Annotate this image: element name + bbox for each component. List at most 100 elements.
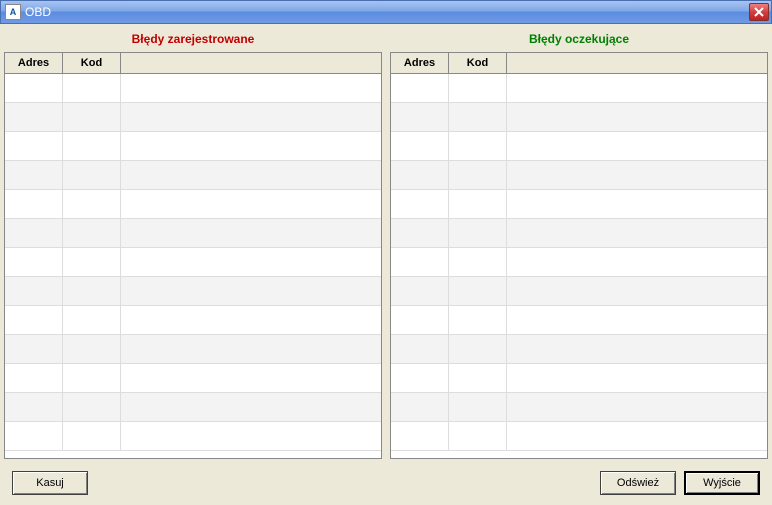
cell-desc <box>121 364 381 392</box>
col-header-kod[interactable]: Kod <box>63 53 121 73</box>
cell-adres <box>391 161 449 189</box>
cell-desc <box>121 132 381 160</box>
table-row[interactable] <box>391 132 767 161</box>
cell-adres <box>5 190 63 218</box>
cell-kod <box>449 393 507 421</box>
table-row[interactable] <box>5 277 381 306</box>
cell-adres <box>391 132 449 160</box>
cell-adres <box>391 335 449 363</box>
col-header-kod[interactable]: Kod <box>449 53 507 73</box>
delete-button[interactable]: Kasuj <box>12 471 88 495</box>
cell-adres <box>5 364 63 392</box>
cell-desc <box>507 74 767 102</box>
table-row[interactable] <box>391 306 767 335</box>
cell-kod <box>449 219 507 247</box>
cell-desc <box>507 161 767 189</box>
pending-errors-title: Błędy oczekujące <box>390 26 768 52</box>
cell-adres <box>391 393 449 421</box>
cell-kod <box>449 277 507 305</box>
cell-adres <box>391 306 449 334</box>
cell-kod <box>449 248 507 276</box>
cell-adres <box>391 422 449 450</box>
cell-kod <box>449 335 507 363</box>
refresh-button[interactable]: Odśwież <box>600 471 676 495</box>
close-button[interactable] <box>749 3 769 21</box>
table-row[interactable] <box>5 103 381 132</box>
registered-errors-panel: Błędy zarejestrowane Adres Kod <box>4 26 382 459</box>
cell-adres <box>5 219 63 247</box>
table-row[interactable] <box>5 364 381 393</box>
table-row[interactable] <box>5 393 381 422</box>
table-row[interactable] <box>391 74 767 103</box>
panels-row: Błędy zarejestrowane Adres Kod Błędy ocz… <box>4 26 768 459</box>
cell-kod <box>63 103 121 131</box>
cell-adres <box>5 103 63 131</box>
table-body <box>5 74 381 458</box>
table-row[interactable] <box>391 277 767 306</box>
cell-desc <box>121 74 381 102</box>
col-header-adres[interactable]: Adres <box>5 53 63 73</box>
content-area: Błędy zarejestrowane Adres Kod Błędy ocz… <box>0 24 772 505</box>
registered-errors-title: Błędy zarejestrowane <box>4 26 382 52</box>
table-row[interactable] <box>5 74 381 103</box>
cell-desc <box>507 248 767 276</box>
cell-kod <box>63 335 121 363</box>
cell-desc <box>121 219 381 247</box>
cell-desc <box>507 364 767 392</box>
cell-desc <box>121 277 381 305</box>
cell-adres <box>5 422 63 450</box>
table-row[interactable] <box>5 190 381 219</box>
table-row[interactable] <box>391 190 767 219</box>
cell-kod <box>63 161 121 189</box>
cell-adres <box>5 277 63 305</box>
app-icon: A <box>5 4 21 20</box>
table-row[interactable] <box>5 248 381 277</box>
cell-desc <box>507 219 767 247</box>
cell-desc <box>507 393 767 421</box>
col-header-desc[interactable] <box>121 53 381 73</box>
cell-desc <box>121 103 381 131</box>
table-row[interactable] <box>391 364 767 393</box>
cell-kod <box>449 190 507 218</box>
cell-adres <box>5 161 63 189</box>
cell-adres <box>391 74 449 102</box>
cell-kod <box>63 364 121 392</box>
cell-adres <box>5 306 63 334</box>
close-icon <box>754 7 764 17</box>
cell-adres <box>391 219 449 247</box>
button-bar: Kasuj Odśwież Wyjście <box>4 459 768 501</box>
table-row[interactable] <box>391 161 767 190</box>
col-header-adres[interactable]: Adres <box>391 53 449 73</box>
cell-desc <box>507 190 767 218</box>
table-row[interactable] <box>391 335 767 364</box>
table-row[interactable] <box>391 393 767 422</box>
table-row[interactable] <box>5 306 381 335</box>
cell-desc <box>121 248 381 276</box>
cell-desc <box>121 422 381 450</box>
pending-errors-table: Adres Kod <box>390 52 768 459</box>
table-row[interactable] <box>5 422 381 451</box>
cell-adres <box>391 103 449 131</box>
cell-desc <box>121 306 381 334</box>
cell-adres <box>391 190 449 218</box>
table-row[interactable] <box>391 103 767 132</box>
cell-adres <box>391 364 449 392</box>
cell-adres <box>5 335 63 363</box>
cell-kod <box>63 306 121 334</box>
table-row[interactable] <box>391 219 767 248</box>
registered-errors-table: Adres Kod <box>4 52 382 459</box>
col-header-desc[interactable] <box>507 53 767 73</box>
table-row[interactable] <box>391 422 767 451</box>
table-row[interactable] <box>5 161 381 190</box>
cell-kod <box>449 161 507 189</box>
table-row[interactable] <box>5 219 381 248</box>
exit-button[interactable]: Wyjście <box>684 471 760 495</box>
cell-kod <box>63 74 121 102</box>
table-row[interactable] <box>5 335 381 364</box>
table-row[interactable] <box>391 248 767 277</box>
cell-kod <box>449 103 507 131</box>
cell-adres <box>5 132 63 160</box>
table-row[interactable] <box>5 132 381 161</box>
cell-desc <box>121 335 381 363</box>
cell-kod <box>63 277 121 305</box>
